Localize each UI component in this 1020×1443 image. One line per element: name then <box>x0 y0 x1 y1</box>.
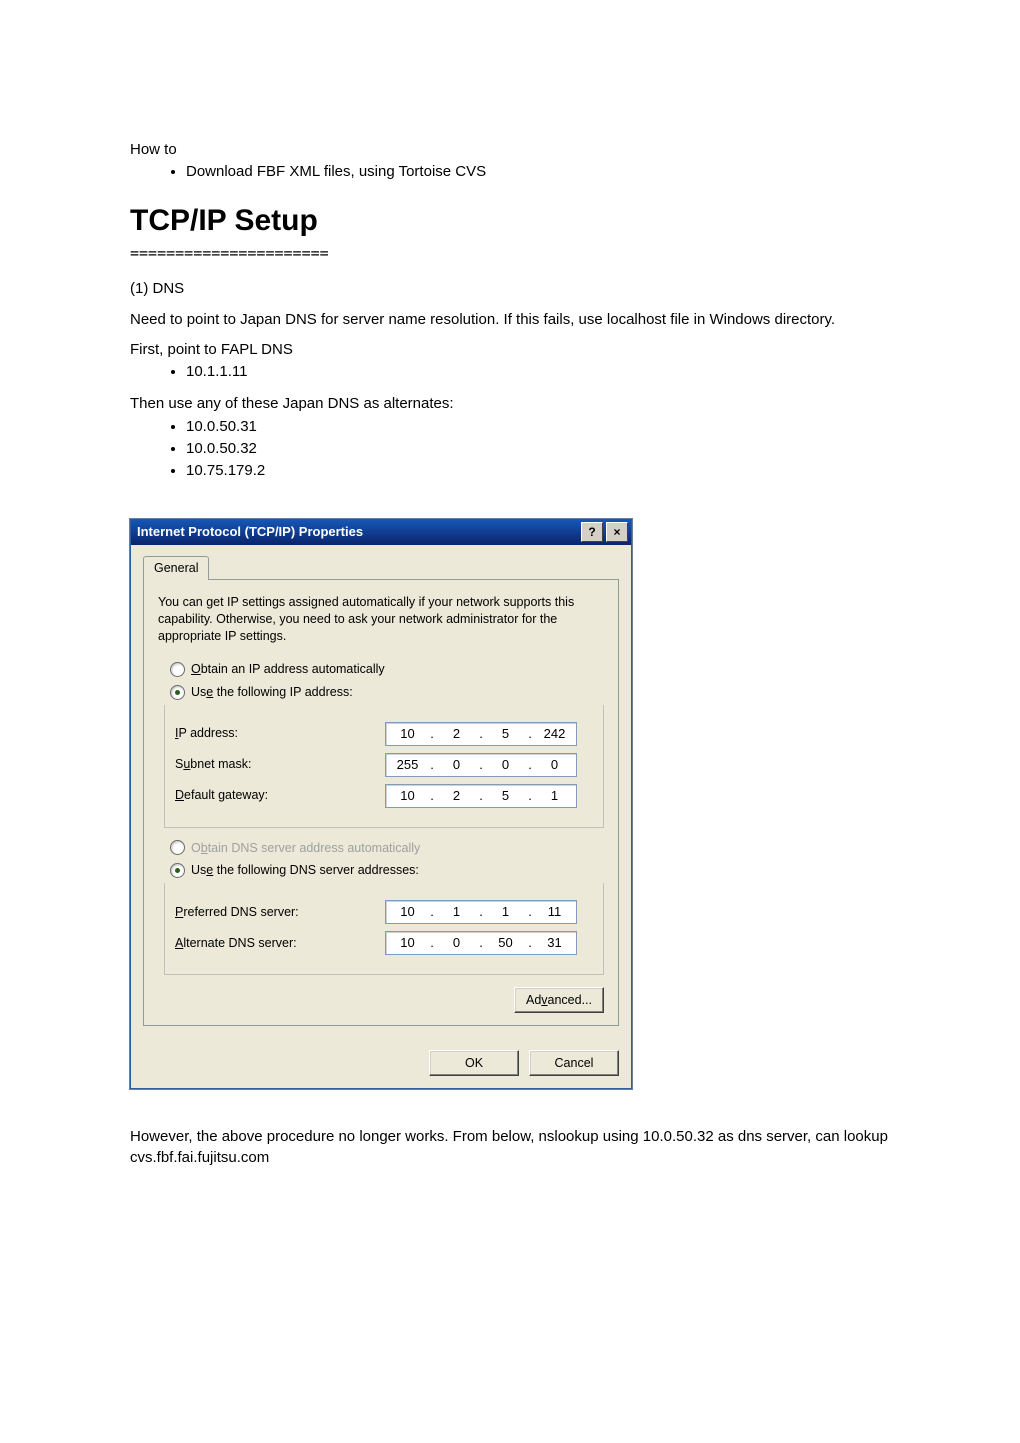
howto-list: Download FBF XML files, using Tortoise C… <box>130 162 890 182</box>
subnet-mask-label: Subnet mask: <box>175 756 385 773</box>
subnet-mask-input[interactable]: 255. 0. 0. 0 <box>385 753 577 777</box>
radio-icon <box>170 840 185 855</box>
then-line: Then use any of these Japan DNS as alter… <box>130 394 890 414</box>
tcpip-properties-dialog: Internet Protocol (TCP/IP) Properties ? … <box>130 519 632 1089</box>
preferred-dns-label: Preferred DNS server: <box>175 904 385 921</box>
close-icon: × <box>613 524 620 540</box>
default-gateway-label: Default gateway: <box>175 787 385 804</box>
radio-obtain-dns: Obtain DNS server address automatically <box>170 840 604 857</box>
alternate-dns-input[interactable]: 10. 0. 50. 31 <box>385 931 577 955</box>
radio-label: Use the following IP address: <box>191 684 353 701</box>
list-item: 10.0.50.31 <box>186 417 890 437</box>
alternate-dns-label: Alternate DNS server: <box>175 935 385 952</box>
tab-general[interactable]: General <box>143 556 209 580</box>
radio-label: Use the following DNS server addresses: <box>191 862 419 879</box>
radio-obtain-ip[interactable]: Obtain an IP address automatically <box>170 661 604 678</box>
list-item: Download FBF XML files, using Tortoise C… <box>186 162 890 182</box>
list-item: 10.75.179.2 <box>186 461 890 481</box>
ip-address-label: IP address: <box>175 725 385 742</box>
radio-label: Obtain DNS server address automatically <box>191 840 420 857</box>
advanced-button[interactable]: Advanced... <box>514 987 604 1013</box>
howto-heading: How to <box>130 140 890 160</box>
radio-icon <box>170 685 185 700</box>
help-icon: ? <box>588 524 595 540</box>
cancel-button[interactable]: Cancel <box>529 1050 619 1076</box>
first-line: First, point to FAPL DNS <box>130 340 890 360</box>
help-button[interactable]: ? <box>581 522 603 542</box>
dns-group: Preferred DNS server: 10. 1. 1. 11 Alter… <box>164 883 604 975</box>
preferred-dns-input[interactable]: 10. 1. 1. 11 <box>385 900 577 924</box>
dialog-title-text: Internet Protocol (TCP/IP) Properties <box>137 523 363 541</box>
default-gateway-input[interactable]: 10. 2. 5. 1 <box>385 784 577 808</box>
list-item: 10.0.50.32 <box>186 439 890 459</box>
close-button[interactable]: × <box>606 522 628 542</box>
dialog-titlebar: Internet Protocol (TCP/IP) Properties ? … <box>131 519 631 545</box>
fapl-list: 10.1.1.11 <box>130 362 890 382</box>
footer-paragraph: However, the above procedure no longer w… <box>130 1127 890 1168</box>
intro-text: You can get IP settings assigned automat… <box>158 594 604 645</box>
ok-button[interactable]: OK <box>429 1050 519 1076</box>
radio-use-ip[interactable]: Use the following IP address: <box>170 684 604 701</box>
section-divider: ====================== <box>130 243 890 263</box>
radio-icon <box>170 863 185 878</box>
japan-dns-list: 10.0.50.31 10.0.50.32 10.75.179.2 <box>130 417 890 482</box>
radio-icon <box>170 662 185 677</box>
radio-use-dns[interactable]: Use the following DNS server addresses: <box>170 862 604 879</box>
general-panel: You can get IP settings assigned automat… <box>143 579 619 1026</box>
radio-label: Obtain an IP address automatically <box>191 661 385 678</box>
ip-address-input[interactable]: 10. 2. 5. 242 <box>385 722 577 746</box>
need-paragraph: Need to point to Japan DNS for server na… <box>130 310 890 330</box>
step-label: (1) DNS <box>130 279 890 299</box>
section-title: TCP/IP Setup <box>130 201 890 242</box>
list-item: 10.1.1.11 <box>186 362 890 382</box>
ip-group: IP address: 10. 2. 5. 242 Subnet mask: 2… <box>164 705 604 828</box>
